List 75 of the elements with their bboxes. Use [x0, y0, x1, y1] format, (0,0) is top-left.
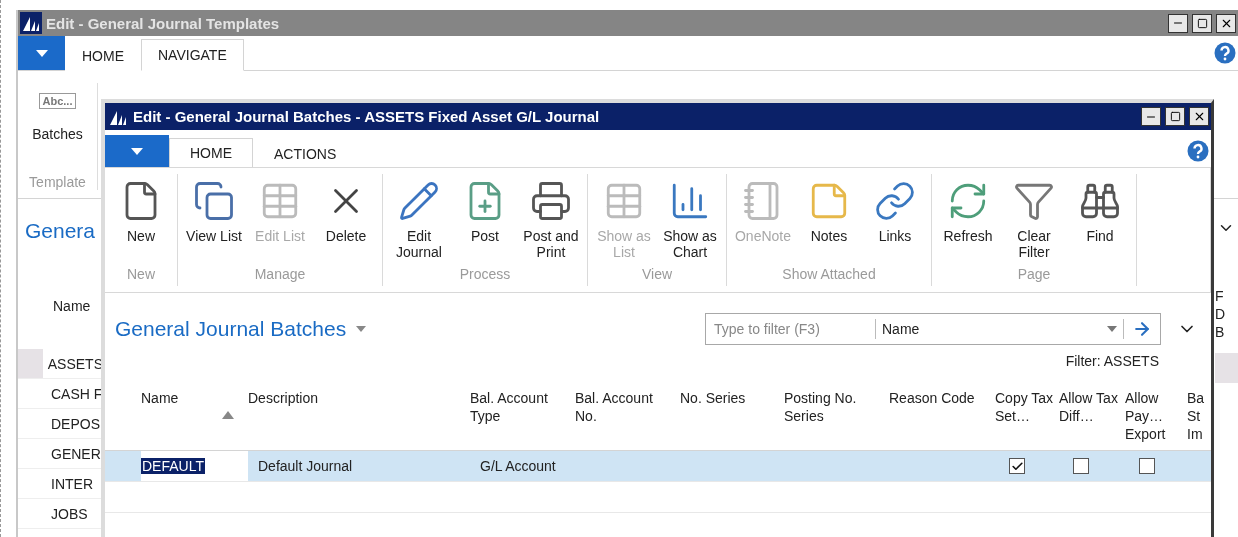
window-title: Edit - General Journal Templates — [46, 14, 281, 32]
caret-icon — [35, 49, 48, 57]
column-header[interactable]: Bal. Account Type — [470, 389, 571, 425]
group-label: Show Attached — [782, 266, 876, 282]
ribbon-button[interactable]: Post — [453, 174, 517, 260]
caret-icon — [1107, 326, 1117, 332]
close-button[interactable] — [1216, 13, 1236, 33]
pencil-icon — [398, 180, 440, 222]
maximize-button[interactable] — [1165, 107, 1185, 126]
name-field[interactable]: DEFAULT — [141, 458, 205, 474]
table-row[interactable]: DEFAULT Default Journal G/L Account — [105, 451, 1211, 482]
group-label: Process — [459, 266, 511, 282]
minimize-button[interactable] — [1141, 107, 1161, 126]
table-cell: ASSETS — [47, 355, 103, 372]
ribbon-button[interactable]: Show as Chart — [658, 174, 722, 260]
checkbox[interactable] — [1009, 458, 1025, 474]
ribbon-button[interactable]: Refresh — [936, 174, 1000, 260]
ribbon-tab[interactable]: NAVIGATE — [141, 39, 244, 71]
column-header[interactable]: Ba St Im — [1187, 389, 1203, 443]
ribbon-button[interactable]: Find — [1068, 174, 1132, 260]
maximize-icon — [1169, 111, 1181, 122]
column-header[interactable]: Description — [248, 389, 466, 407]
menu-button[interactable] — [18, 36, 65, 70]
column-header[interactable]: No. Series — [680, 389, 780, 407]
checkbox[interactable] — [1139, 458, 1155, 474]
batches-button[interactable]: Batches — [32, 125, 83, 143]
help-icon[interactable] — [1214, 42, 1236, 64]
column-header: Name — [53, 298, 92, 314]
column-header[interactable]: Copy Tax Set… — [995, 389, 1055, 425]
ribbon-button[interactable]: View List — [182, 174, 246, 244]
ribbon-button[interactable]: Edit Journal — [387, 174, 451, 260]
field-dropdown[interactable]: Name — [876, 319, 1124, 339]
group-label: Page — [1017, 266, 1051, 282]
logo-icon — [20, 12, 42, 34]
column-header[interactable]: Bal. Account No. — [575, 389, 676, 425]
column-header[interactable]: Allow Pay… Export — [1125, 389, 1183, 443]
menu-button[interactable] — [105, 135, 169, 167]
column-header: F D B — [1215, 287, 1223, 341]
ribbon-button[interactable]: Delete — [314, 174, 378, 244]
caret-icon — [131, 147, 143, 155]
ribbon-tab[interactable]: HOME — [169, 138, 253, 168]
text-field-icon: Abc... — [38, 93, 77, 109]
ribbon-button[interactable]: Links — [863, 174, 927, 244]
column-header[interactable]: Reason Code — [889, 389, 991, 407]
group-label: View — [641, 266, 673, 282]
group-label: Template — [29, 174, 86, 190]
table-cell: GENER — [51, 445, 101, 462]
ribbon-button[interactable]: Notes — [797, 174, 861, 244]
help-icon[interactable] — [1187, 140, 1209, 162]
group-label: New — [127, 266, 155, 282]
windows-icon — [193, 180, 235, 222]
column-header[interactable]: Allow Tax Diff… — [1059, 389, 1121, 425]
table-cell: JOBS — [51, 505, 88, 522]
ribbon-button[interactable]: New — [109, 174, 173, 244]
table-cell: INTER — [51, 475, 93, 492]
table-cell: DEPOS — [51, 415, 100, 432]
page-title: Genera — [25, 219, 97, 243]
window-title: Edit - General Journal Batches - ASSETS Fixed Asset G/L Journal — [133, 108, 601, 125]
maximize-icon — [1196, 17, 1208, 29]
minimize-button[interactable] — [1168, 13, 1188, 33]
table-cell-text: Default Journal — [257, 458, 354, 474]
maximize-button[interactable] — [1192, 13, 1212, 33]
caret-icon[interactable] — [356, 326, 367, 332]
table-cell-text: G/L Account — [479, 458, 557, 474]
printer-icon — [530, 180, 572, 222]
column-header[interactable]: Name — [141, 389, 244, 407]
ribbon-button[interactable]: Clear Filter — [1002, 174, 1066, 260]
link-icon — [874, 180, 916, 222]
close-button[interactable] — [1189, 107, 1209, 126]
group-label: Manage — [254, 266, 306, 282]
checkbox[interactable] — [1073, 458, 1089, 474]
page-title: General Journal Batches — [115, 317, 347, 341]
filter-status: Filter: ASSETS — [1065, 353, 1159, 369]
column-header[interactable]: Posting No. Series — [784, 389, 885, 425]
ribbon-button[interactable]: Post and Print — [519, 174, 583, 260]
